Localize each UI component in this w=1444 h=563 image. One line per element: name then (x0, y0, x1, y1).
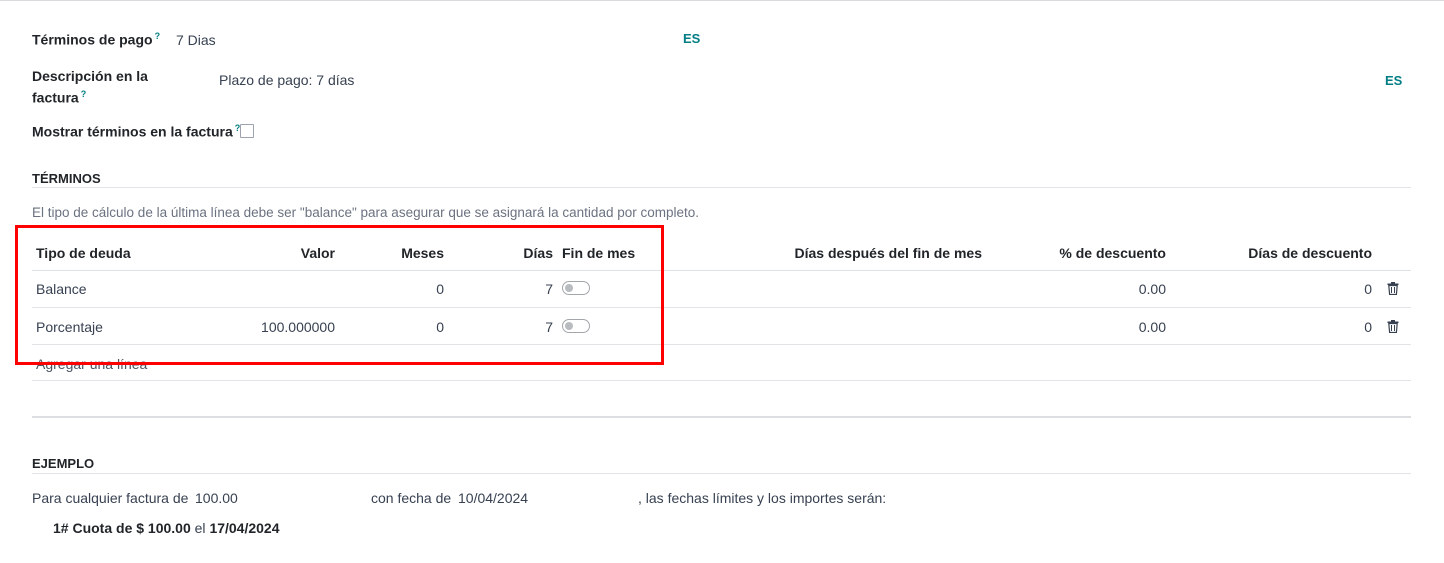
terms-note: El tipo de cálculo de la última línea de… (32, 205, 699, 220)
payment-terms-input[interactable]: 7 Dias (176, 32, 216, 48)
example-suffix-text: , las fechas límites y los importes será… (638, 490, 887, 506)
top-divider (0, 0, 1444, 1)
highlight-annotation-box (15, 225, 664, 365)
show-terms-label-text: Mostrar términos en la factura (32, 123, 233, 140)
section-separator (32, 416, 1411, 418)
table-bottom-divider (32, 380, 1411, 381)
installment-prefix: 1# Cuota de (53, 520, 133, 536)
installment-on: el (194, 520, 206, 536)
col-header-discount-pct[interactable]: % de descuento (1000, 245, 1166, 261)
example-section-title: EJEMPLO (32, 456, 95, 471)
col-header-discount-days[interactable]: Días de descuento (1200, 245, 1372, 261)
help-icon[interactable]: ? (155, 31, 161, 41)
example-section-divider (32, 473, 1411, 474)
invoice-description-label-line2: factura? (32, 89, 86, 106)
example-installment-line: 1# Cuota de $ 100.00 el 17/04/2024 (53, 520, 280, 536)
terms-section-title: TÉRMINOS (32, 171, 101, 186)
invoice-description-label-text: factura (32, 89, 79, 106)
installment-date: 17/04/2024 (209, 520, 280, 536)
payment-terms-label: Términos de pago? (32, 31, 160, 48)
example-for-any-invoice-text: Para cualquier factura de (32, 490, 189, 506)
terms-section-divider (32, 187, 1411, 188)
row-discount-pct[interactable]: 0.00 (1000, 281, 1166, 297)
invoice-description-label: Descripción en la (32, 68, 148, 84)
trash-icon[interactable] (1387, 320, 1399, 333)
installment-amount: $ 100.00 (136, 520, 191, 536)
example-amount-input[interactable]: 100.00 (195, 490, 238, 506)
help-icon[interactable]: ? (81, 89, 87, 99)
col-header-days-after-eom[interactable]: Días después del fin de mes (740, 245, 982, 261)
row-discount-pct[interactable]: 0.00 (1000, 319, 1166, 335)
payment-terms-label-text: Términos de pago (32, 31, 153, 48)
example-date-input[interactable]: 10/04/2024 (458, 490, 528, 506)
row-discount-days[interactable]: 0 (1200, 281, 1372, 297)
example-with-date-text: con fecha de (371, 490, 452, 506)
invoice-description-input[interactable]: Plazo de pago: 7 días (219, 72, 354, 88)
trash-icon[interactable] (1387, 282, 1399, 295)
row-discount-days[interactable]: 0 (1200, 319, 1372, 335)
show-terms-checkbox[interactable] (240, 124, 254, 138)
show-terms-label: Mostrar términos en la factura? (32, 123, 240, 140)
invoice-description-lang-button[interactable]: ES (1385, 73, 1402, 88)
payment-terms-lang-button[interactable]: ES (683, 31, 700, 46)
